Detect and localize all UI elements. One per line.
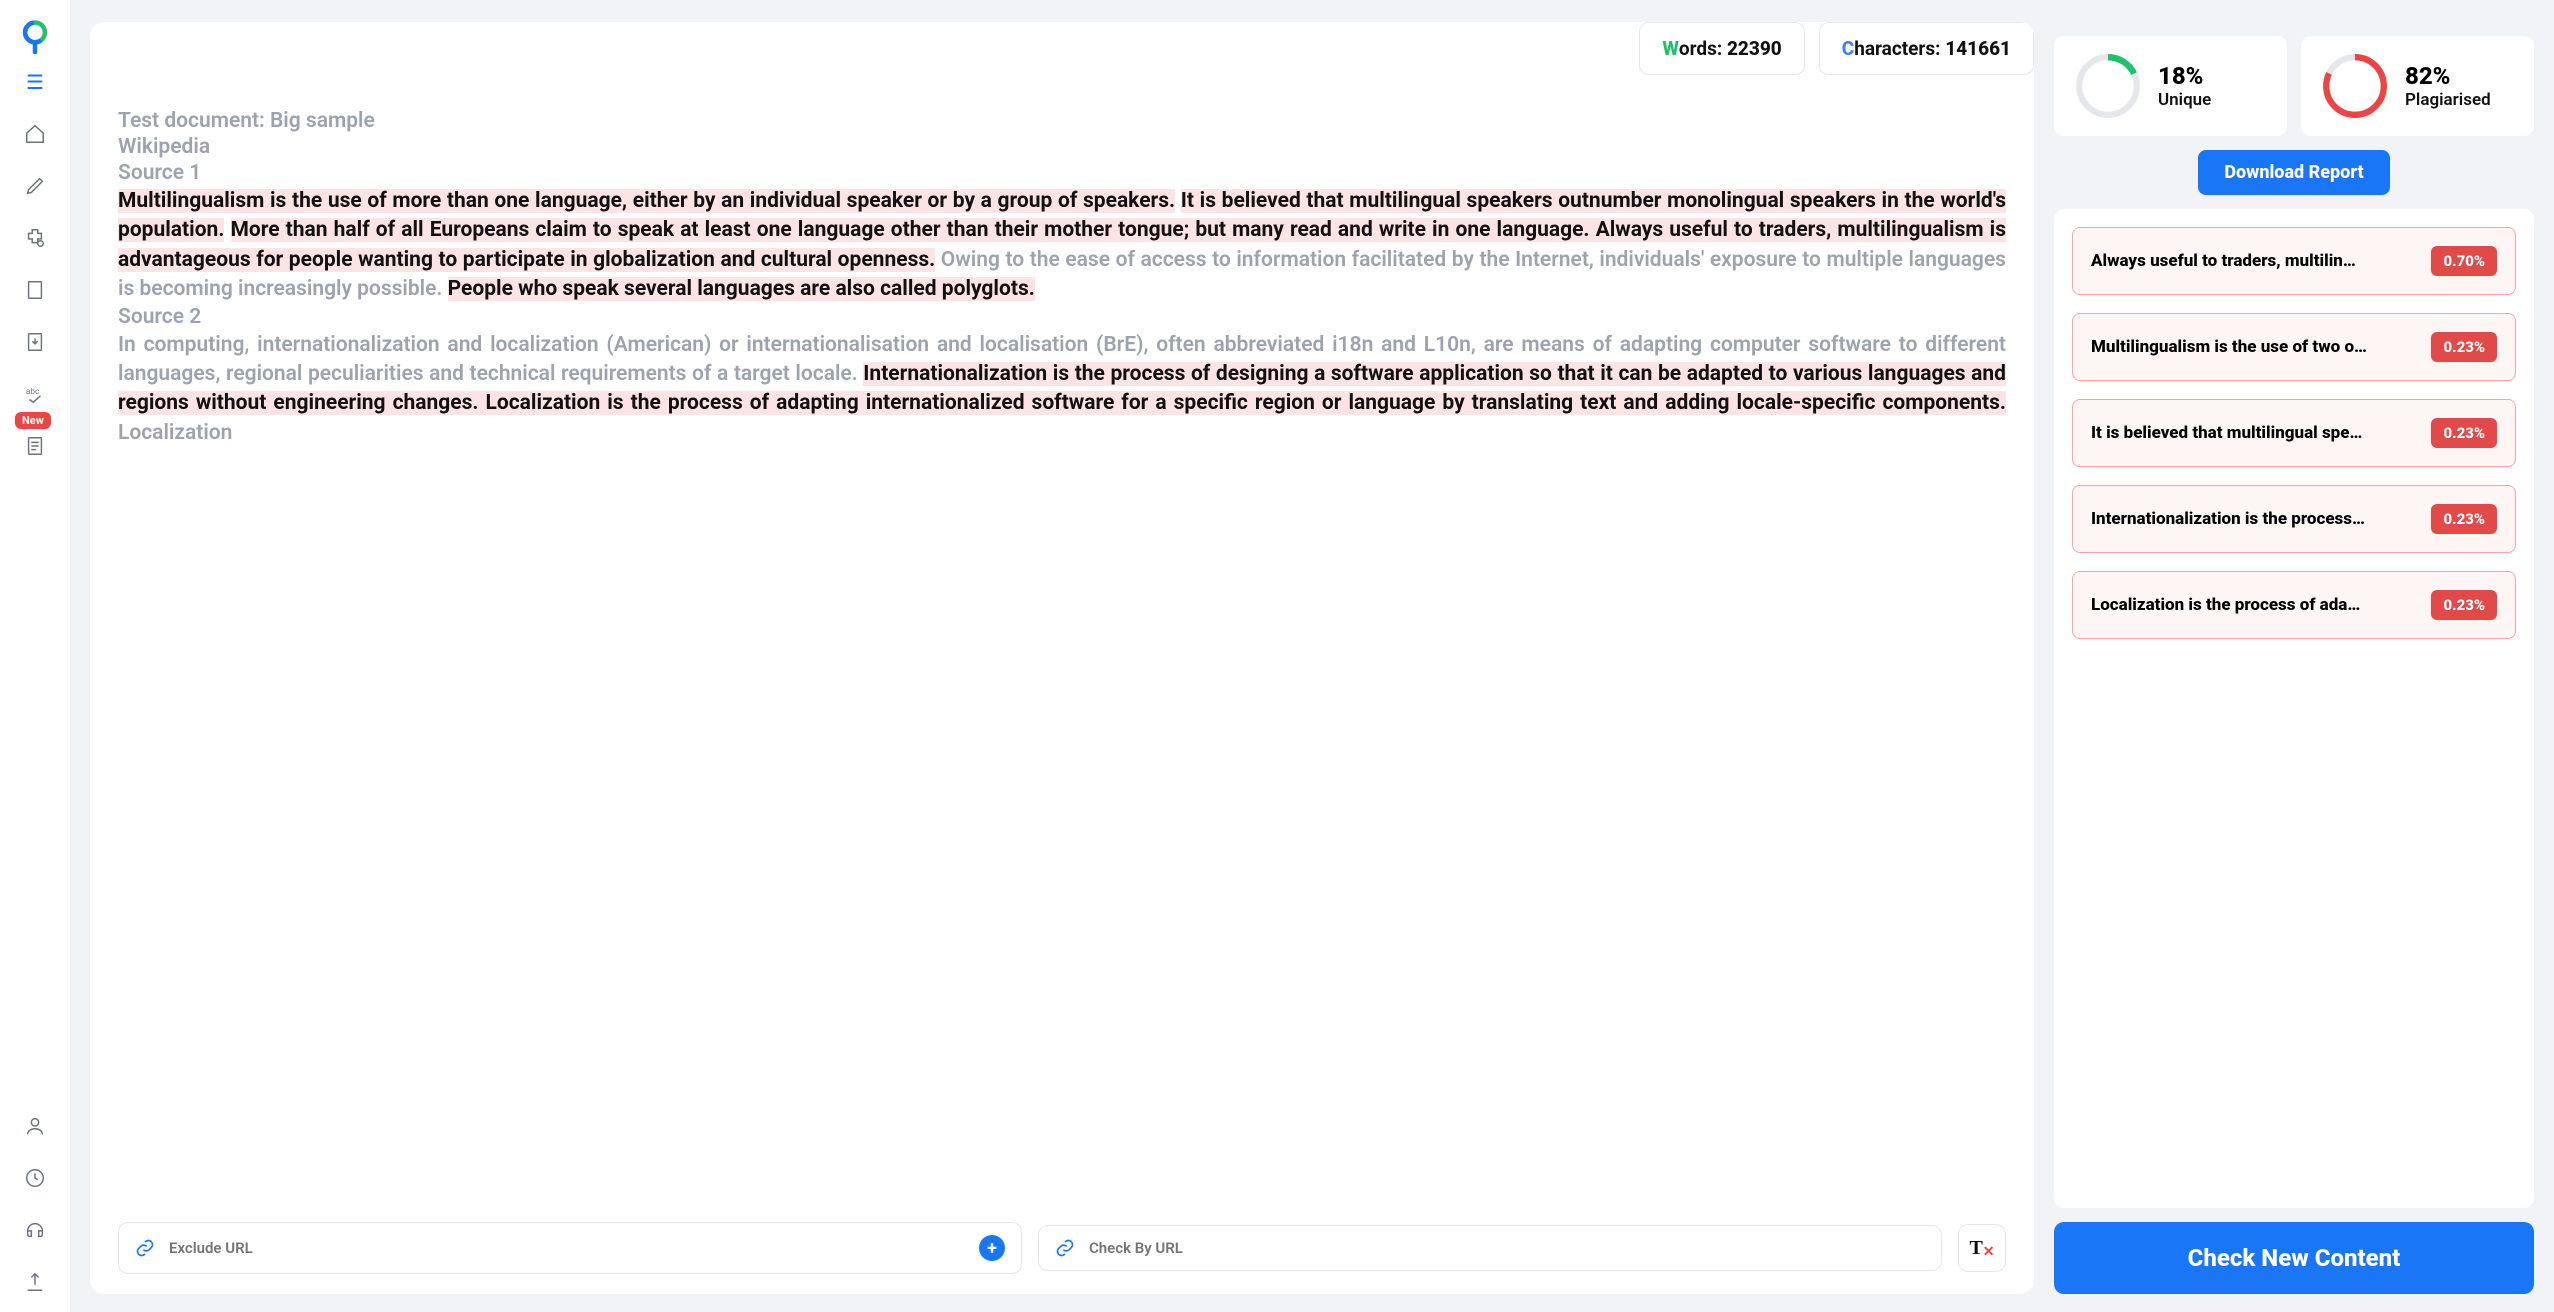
check-url-field[interactable] [1038, 1225, 1942, 1271]
editor-footer: + T✕ [90, 1206, 2034, 1294]
words-stat: Words: 22390 [1639, 22, 1804, 75]
home-icon[interactable] [23, 122, 47, 146]
matches-list[interactable]: Always useful to traders, multilin…0.70%… [2054, 209, 2534, 1208]
menu-toggle-icon[interactable]: ☰ [26, 70, 44, 94]
chars-stat: Characters: 141661 [1819, 22, 2034, 75]
download-report-button[interactable]: Download Report [2198, 150, 2389, 195]
sidebar: ☰ abc New [0, 0, 70, 1312]
match-item[interactable]: Multilingualism is the use of two o…0.23… [2072, 313, 2516, 381]
check-new-content-button[interactable]: Check New Content [2054, 1222, 2534, 1294]
main-area: Words: 22390 Characters: 141661 Test doc… [70, 0, 2554, 1312]
gauge-icon [2072, 50, 2144, 122]
results-panel: Plagiarism Alerts 18%Unique [2054, 22, 2534, 1294]
spellcheck-icon[interactable]: abc [23, 382, 47, 406]
plagiarised-gauge: 82%Plagiarised [2301, 36, 2534, 136]
exclude-url-input[interactable] [169, 1239, 965, 1257]
editor-panel: Words: 22390 Characters: 141661 Test doc… [90, 22, 2034, 1294]
check-url-input[interactable] [1089, 1239, 1925, 1257]
doc-paragraph: Multilingualism is the use of more than … [118, 187, 2006, 305]
new-badge: New [15, 412, 51, 429]
gauges-row: 18%Unique 82%Plagiarised [2054, 36, 2534, 136]
editor-body[interactable]: Test document: Big sample Wikipedia Sour… [90, 89, 2034, 1206]
gauge-icon [2319, 50, 2391, 122]
match-item[interactable]: Localization is the process of ada…0.23% [2072, 571, 2516, 639]
download-doc-icon[interactable] [23, 330, 47, 354]
link-icon [135, 1238, 155, 1258]
document-icon[interactable] [23, 278, 47, 302]
link-icon [1055, 1238, 1075, 1258]
match-item[interactable]: Always useful to traders, multilin…0.70% [2072, 227, 2516, 295]
upload-icon[interactable] [23, 1270, 47, 1294]
doc-subtitle: Wikipedia [118, 135, 2006, 159]
logo [17, 18, 53, 54]
history-icon[interactable] [23, 1166, 47, 1190]
extension-icon[interactable] [23, 226, 47, 250]
unique-gauge: 18%Unique [2054, 36, 2287, 136]
match-item[interactable]: Internationalization is the process…0.23… [2072, 485, 2516, 553]
source-label: Source 2 [118, 305, 2006, 329]
support-icon[interactable] [23, 1218, 47, 1242]
user-icon[interactable] [23, 1114, 47, 1138]
clear-formatting-button[interactable]: T✕ [1958, 1224, 2006, 1272]
exclude-url-field[interactable]: + [118, 1222, 1022, 1274]
edit-icon[interactable] [23, 174, 47, 198]
doc-title: Test document: Big sample [118, 109, 2006, 133]
match-item[interactable]: It is believed that multilingual spe…0.2… [2072, 399, 2516, 467]
source-label: Source 1 [118, 161, 2006, 185]
add-url-button[interactable]: + [979, 1235, 1005, 1261]
svg-text:abc: abc [26, 387, 40, 397]
reports-icon[interactable]: New [23, 434, 47, 458]
doc-paragraph: In computing, internationalization and l… [118, 331, 2006, 449]
